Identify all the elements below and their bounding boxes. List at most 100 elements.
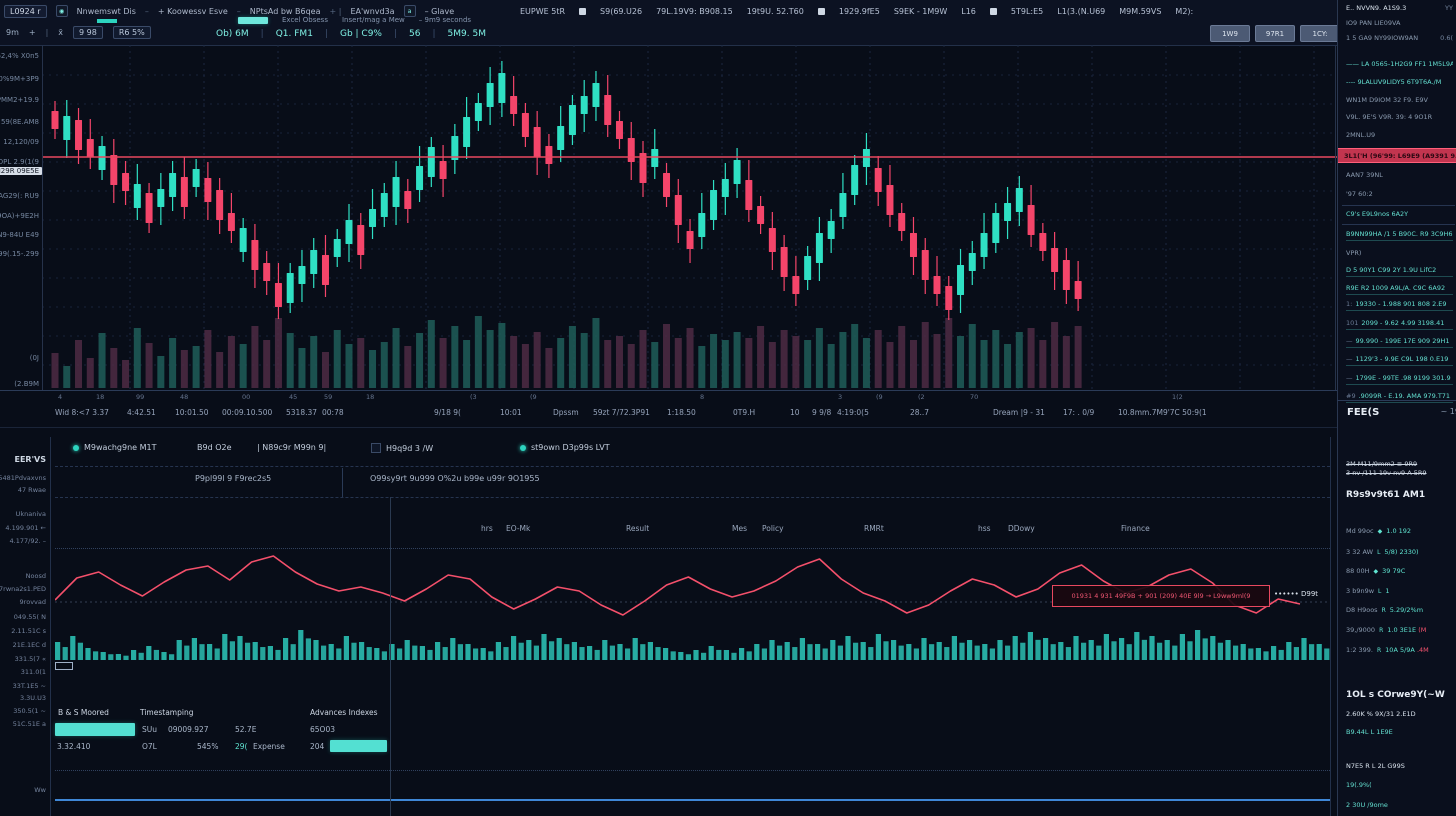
record-icon[interactable]: ◉ — [56, 5, 68, 17]
indicator-volume-bar — [671, 651, 676, 660]
stat-label: 88 00H — [1346, 567, 1370, 575]
sidebar-row[interactable]: B9.44L L 1E9E — [1346, 728, 1453, 736]
date-label: 4:42.51 — [127, 408, 156, 417]
menu-item[interactable]: Nnwemswt Dis — [77, 7, 136, 16]
indicator-volume-bar — [1073, 636, 1078, 660]
sidebar-row[interactable]: 2 30U /9ome — [1346, 801, 1453, 809]
candle-body — [228, 213, 235, 231]
indicator-line-chart[interactable] — [55, 555, 1330, 662]
stat-row[interactable]: 1:2 399.R10A 5/9A .4M — [1346, 646, 1453, 654]
indicator-volume-bar — [1066, 647, 1071, 660]
date-label: 28..7 — [910, 408, 929, 417]
tab-projected[interactable]: P9pl99l 9 F9rec2s5 — [195, 474, 271, 483]
volume-bar — [757, 326, 764, 388]
sidebar-row[interactable]: C9's E9L9nos 6A2Y — [1346, 210, 1453, 218]
sidebar-row[interactable]: 1:19330 - 1.988 901 808 2.E9 — [1346, 300, 1453, 311]
tab-overlays[interactable]: O99sy9rt 9u999 O%2u b99e u99r 9O1955 — [370, 474, 540, 483]
legend-item[interactable]: | N89c9r M99n 9| — [257, 443, 326, 452]
sidebar-row[interactable]: B9NN99HA /1 5 B90C. R9 3C9H6 R9 — [1346, 230, 1453, 241]
sidebar-row[interactable]: 1012099 - 9.62 4.99 3198.41 — [1346, 319, 1453, 330]
toolbar-tool-button[interactable]: R6 5% — [113, 26, 151, 39]
menu-item[interactable]: – Glave — [425, 7, 455, 16]
interval-chip[interactable]: Gb | C9% — [340, 29, 382, 39]
toolbar-status-item[interactable]: Excel Obsess — [282, 16, 328, 24]
menu-chip[interactable]: L0924 r — [4, 5, 47, 18]
indicator-volume-bar — [1119, 638, 1124, 660]
indicator-volume-bar — [572, 642, 577, 660]
interval-chip[interactable]: 5M9. 5M — [448, 29, 486, 39]
candle-body — [898, 213, 905, 231]
toolbar-icon[interactable]: + — [29, 28, 36, 37]
candle-body — [346, 220, 353, 244]
toolbar-status-item[interactable]: – 9m9 seconds — [419, 16, 471, 24]
toolbar-tool-button[interactable]: 9 98 — [73, 26, 103, 39]
sidebar-row[interactable]: R9E R2 1009 A9L/A. C9C 6A92 — [1346, 284, 1453, 295]
sidebar-divider — [1342, 224, 1455, 225]
timeframe-button[interactable]: 1CY: — [1300, 25, 1340, 42]
candle-body — [1039, 233, 1046, 251]
indicator-volume-bar — [663, 648, 668, 660]
toolbar-icon[interactable]: 9m — [6, 28, 19, 37]
toolbar-status-item[interactable]: Insert/mag a Mew — [342, 16, 405, 24]
chart-right-border — [1335, 45, 1336, 390]
volume-bar — [1075, 326, 1082, 388]
column-header: Mes — [732, 524, 747, 533]
volume-bar — [522, 344, 529, 388]
alert-row[interactable]: 3L1('H (96'99: L69E9 (A9391 9. — [1338, 148, 1456, 163]
volume-bar — [1039, 340, 1046, 388]
candle-body — [687, 231, 694, 249]
stat-row[interactable]: 3 32 AWL5/8) 2330) — [1346, 548, 1453, 556]
sidebar-row[interactable]: —99.990 - 199E 17E 909 29H1 — [1346, 337, 1453, 348]
price-axis-label: 0AG29(: RU9 — [0, 192, 39, 200]
stat-row[interactable]: 3 b9n9wL1 — [1346, 587, 1453, 595]
sidebar-row[interactable]: —— LA 0565-1H2G9 FF1 1M5L9A — [1346, 60, 1453, 68]
stat-row[interactable]: Md 99oc◆1.0 192 — [1346, 527, 1453, 535]
trading-terminal: L0924 r◉Nnwemswt Dis–+ Koowessv Esve–NPt… — [0, 0, 1456, 816]
stat-row[interactable]: 39,/9000R1.0 3E1E (M — [1346, 626, 1453, 634]
ticker-quote: S9(69.U26 — [600, 7, 642, 16]
legend-item[interactable]: B9d O2e — [197, 443, 232, 452]
legend-item[interactable]: M9wachg9ne M1T — [73, 443, 157, 452]
tick-label: 70 — [970, 393, 978, 401]
date-label: Wid 8:<7 3.37 — [55, 408, 109, 417]
quote-icon — [579, 8, 586, 15]
table-header: B & S Moored — [58, 708, 109, 717]
volume-bar — [416, 333, 423, 388]
legend-item[interactable]: st9own D3p99s LVT — [520, 443, 610, 452]
volume-bar — [146, 343, 153, 388]
menu-item[interactable]: + Koowessv Esve — [158, 7, 228, 16]
menu-item[interactable]: EA'wnvd3a — [350, 7, 394, 16]
main-candle-chart[interactable] — [42, 45, 1337, 390]
chart-left-border — [42, 45, 43, 390]
column-header: Policy — [762, 524, 784, 533]
interval-chip[interactable]: Q1. FM1 — [276, 29, 313, 39]
column-header: Result — [626, 524, 649, 533]
legend-checkbox[interactable] — [371, 443, 381, 453]
annotation-box[interactable]: 01931 4 931 49F9B + 901 (209) 40E 9l9 → … — [1052, 585, 1270, 607]
toolbar-icon[interactable]: x̄ — [58, 28, 63, 37]
indicator-volume-bar — [739, 648, 744, 660]
volume-bar — [992, 330, 999, 388]
interval-chip[interactable]: Ob) 6M — [216, 29, 249, 39]
stat-row[interactable]: D8 H9oosR5.29/2%m — [1346, 606, 1453, 614]
sidebar-row[interactable]: —1129'3 - 9.9E C9L 198 0.E19 — [1346, 355, 1453, 366]
candle-body — [1063, 260, 1070, 290]
sidebar-row-prefix: — — [1346, 374, 1353, 382]
volume-bar — [157, 356, 164, 388]
sidebar-row[interactable]: ---- 9LALUV9LIDY5 6T9T6A./M — [1346, 78, 1453, 86]
sidebar-row[interactable]: —1799E - 99TE .98 9199 301.9 — [1346, 374, 1453, 385]
sidebar-row[interactable]: D 5 90Y1 C99 2Y 1.9U LifC2 — [1346, 266, 1453, 277]
timeframe-button[interactable]: 1W9 — [1210, 25, 1250, 42]
stat-row[interactable]: 88 00H◆39 79C — [1346, 567, 1453, 575]
timeframe-button[interactable]: 97R1 — [1255, 25, 1295, 42]
legend-item[interactable]: H9q9d 3 /W — [371, 443, 433, 453]
menu-item[interactable]: NPtsAd bw B6qea — [250, 7, 321, 16]
candle-body — [581, 96, 588, 114]
interval-chip[interactable]: 56 — [409, 29, 420, 39]
sidebar-row[interactable]: 19(.9%( — [1346, 781, 1453, 789]
date-label: 17: . 0/9 — [1063, 408, 1094, 417]
quote-icon — [818, 8, 825, 15]
volume-bar — [1004, 344, 1011, 388]
divider — [55, 548, 1330, 549]
indicator-volume-bar — [275, 650, 280, 660]
